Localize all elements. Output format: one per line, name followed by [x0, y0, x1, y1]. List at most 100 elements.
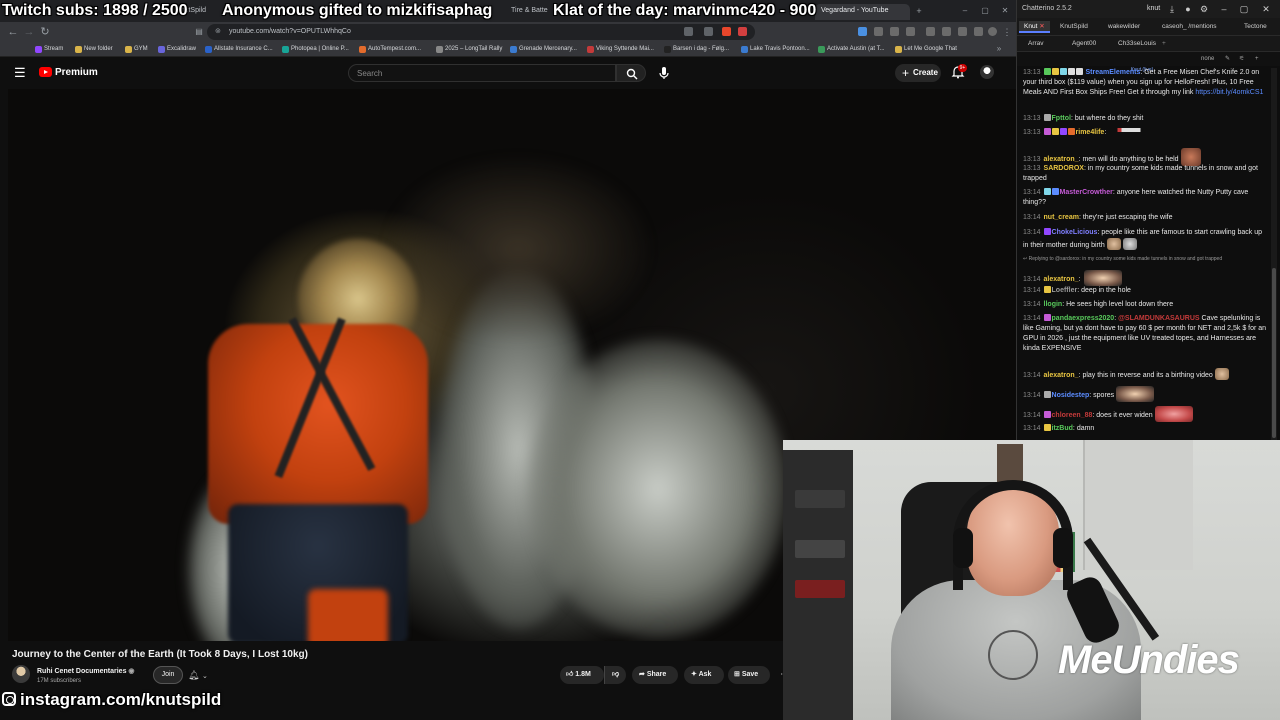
extension-icon[interactable]: [942, 27, 951, 36]
chat-tab[interactable]: Ch33seLouis: [1113, 38, 1161, 50]
subscription-bell-button[interactable]: 🔔︎ ⌄: [188, 666, 218, 684]
message-username[interactable]: SARDOROX: [1044, 165, 1084, 172]
save-button[interactable]: ⊞ Save: [728, 666, 770, 684]
chat-tab[interactable]: Arrav: [1023, 38, 1049, 50]
bookmark-item[interactable]: Let Me Google That: [894, 44, 957, 55]
message-username[interactable]: nut_cream: [1044, 214, 1079, 221]
minimize-icon[interactable]: –: [958, 4, 972, 18]
extension-icon[interactable]: [958, 27, 967, 36]
bookmark-item[interactable]: Photopea | Online P...: [281, 44, 349, 55]
ask-button[interactable]: ✦ Ask: [684, 666, 724, 684]
maximize-icon[interactable]: ▢: [1237, 0, 1251, 18]
pencil-icon[interactable]: ✎: [1225, 52, 1230, 66]
menu-hamburger-icon[interactable]: ☰: [14, 66, 28, 80]
minimize-icon[interactable]: –: [1217, 0, 1231, 18]
extension-icon[interactable]: [974, 27, 983, 36]
browser-tab[interactable]: Tire & Batte: [505, 4, 555, 20]
chat-tab[interactable]: caseoh_ /mentions: [1157, 21, 1222, 33]
message-username[interactable]: MasterCrowther: [1060, 189, 1113, 196]
message-link[interactable]: https://bit.ly/4omkCS1: [1195, 89, 1263, 96]
bookmarks-overflow-icon[interactable]: »: [992, 42, 1006, 56]
extension-icon[interactable]: [858, 27, 867, 36]
bookmark-item[interactable]: Stream: [34, 44, 63, 55]
channel-avatar[interactable]: [12, 665, 30, 683]
bookmark-item[interactable]: Allstate Insurance C...: [204, 44, 273, 55]
reply-context[interactable]: ↩ Replying to @sardorox: in my country s…: [1023, 256, 1253, 262]
add-split-icon[interactable]: +: [1255, 52, 1259, 66]
extension-icon[interactable]: [890, 27, 899, 36]
chat-scrollbar[interactable]: [1271, 68, 1277, 440]
bookmark-item[interactable]: AutoTempest.com...: [358, 44, 421, 55]
message-username[interactable]: alexatron_: [1044, 372, 1079, 379]
settings-icon[interactable]: ⚟: [1239, 52, 1244, 66]
message-username[interactable]: ChokeLicious: [1052, 229, 1098, 236]
browser-tab[interactable]: KnutSpild: [170, 4, 230, 20]
profile-icon[interactable]: [988, 27, 997, 36]
add-tab-icon[interactable]: +: [1157, 38, 1171, 50]
tune-icon[interactable]: ▤: [192, 25, 206, 39]
message-username[interactable]: rime4life: [1076, 129, 1105, 136]
message-username[interactable]: chloreen_88: [1052, 412, 1093, 419]
message-username[interactable]: Loeffler: [1052, 287, 1078, 294]
gear-icon[interactable]: ⚙: [1197, 0, 1211, 18]
message-username[interactable]: itzBud: [1052, 425, 1073, 432]
brave-shield-icon[interactable]: [722, 27, 731, 36]
join-button[interactable]: Join: [153, 666, 183, 684]
search-input[interactable]: [348, 64, 616, 82]
bookmark-item[interactable]: Grenade Mercenary...: [509, 44, 577, 55]
search-button[interactable]: [616, 64, 646, 82]
create-button[interactable]: + Create: [895, 64, 941, 82]
extension-icon[interactable]: [738, 27, 747, 36]
download-icon[interactable]: ⤓: [1165, 0, 1179, 18]
message-username[interactable]: llogin: [1044, 301, 1063, 308]
extension-icon[interactable]: [874, 27, 883, 36]
bookmark-item[interactable]: Excalidraw: [157, 44, 196, 55]
close-tab-icon[interactable]: ✕: [1039, 23, 1044, 30]
message-username[interactable]: alexatron_: [1044, 276, 1079, 283]
chat-tab[interactable]: wakewilder: [1103, 21, 1145, 33]
reload-icon[interactable]: ↻: [38, 25, 52, 39]
forward-icon[interactable]: →: [22, 25, 36, 39]
chat-scrollbar-thumb[interactable]: [1272, 268, 1276, 438]
bookmark-item[interactable]: 2025 – LongTail Rally: [435, 44, 502, 55]
new-tab-icon[interactable]: +: [912, 4, 926, 18]
share-button[interactable]: ➦ Share: [632, 666, 678, 684]
account-avatar[interactable]: [980, 65, 994, 79]
bookmark-item[interactable]: Viking Syttende Mai...: [586, 44, 654, 55]
youtube-premium-label[interactable]: Premium: [55, 67, 98, 78]
youtube-logo-icon[interactable]: [39, 67, 52, 77]
message-username[interactable]: alexatron_: [1044, 156, 1079, 163]
message-mention[interactable]: @SLAMDUNKASAURUS: [1118, 315, 1200, 322]
message-username[interactable]: pandaexpress2020: [1052, 315, 1115, 322]
menu-icon[interactable]: ⋮: [1000, 25, 1014, 39]
chat-tab[interactable]: KnutSpild: [1055, 21, 1093, 33]
close-window-icon[interactable]: ✕: [998, 4, 1012, 18]
url-field[interactable]: ⊚ youtube.com/watch?v=OPUTLWhhqCo: [207, 24, 755, 40]
bookmark-item[interactable]: GYM: [124, 44, 148, 55]
bookmark-item[interactable]: Activate Austin (at T...: [817, 44, 885, 55]
bookmark-item[interactable]: Barsen i dag - Følg...: [663, 44, 729, 55]
like-button[interactable]: 👍︎ 1.8M: [560, 666, 604, 684]
cast-icon[interactable]: [684, 27, 693, 36]
chat-tab[interactable]: Agent00: [1067, 38, 1101, 50]
chat-tab[interactable]: Tectone: [1239, 21, 1272, 33]
message-username[interactable]: Fpttol: [1052, 115, 1071, 122]
maximize-icon[interactable]: ▢: [978, 4, 992, 18]
chat-tab-knut[interactable]: Knut ✕: [1019, 21, 1050, 33]
message-username[interactable]: StreamElements: [1085, 69, 1140, 76]
message-username[interactable]: Nosidestep: [1052, 392, 1090, 399]
bookmark-star-icon[interactable]: [704, 27, 713, 36]
extension-icon[interactable]: [906, 27, 915, 36]
badge-icon: [1051, 188, 1059, 195]
channel-name[interactable]: Ruhi Cenet Documentaries ◉: [37, 667, 135, 675]
voice-search-button[interactable]: [654, 64, 674, 82]
extension-icon[interactable]: [926, 27, 935, 36]
back-icon[interactable]: ←: [6, 25, 20, 39]
close-icon[interactable]: ✕: [1259, 0, 1273, 18]
browser-tab-active[interactable]: Vegardand - YouTube: [815, 4, 910, 20]
bookmark-item[interactable]: Lake Travis Pontoon...: [740, 44, 810, 55]
site-info-icon[interactable]: ⊚: [215, 24, 221, 40]
dislike-button[interactable]: 👎︎: [604, 666, 626, 684]
bookmark-item[interactable]: New folder: [74, 44, 113, 55]
user-icon[interactable]: ●: [1181, 0, 1195, 18]
